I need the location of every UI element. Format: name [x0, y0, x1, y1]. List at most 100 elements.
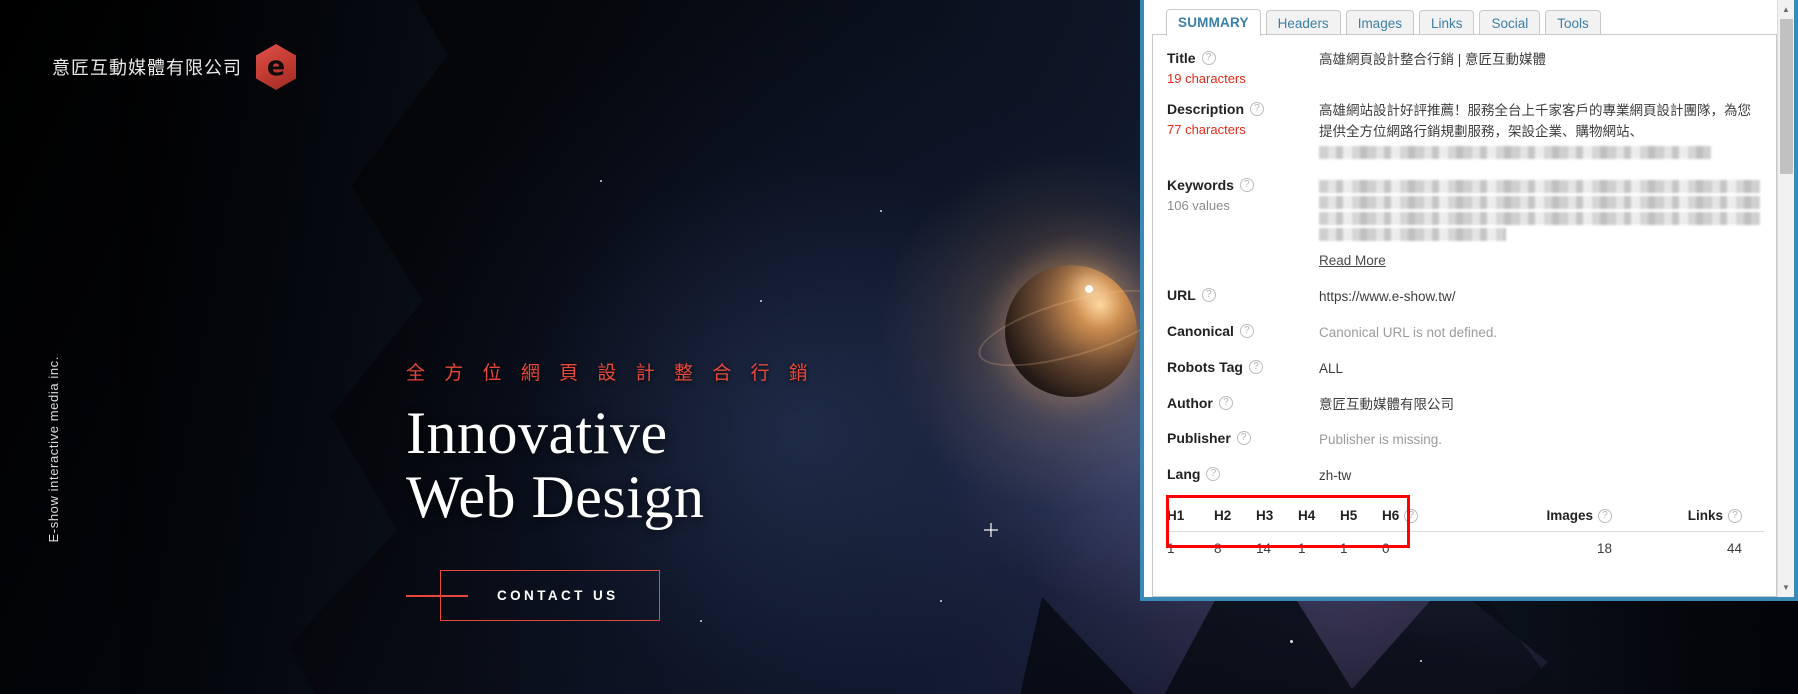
help-icon[interactable]: ? — [1250, 102, 1265, 116]
label-text-keywords: Keywords — [1167, 176, 1234, 193]
star-dot — [940, 600, 942, 602]
col-header-images: Images? — [1448, 501, 1634, 533]
lens-flare-icon — [1085, 285, 1093, 293]
tab-summary[interactable]: SUMMARY — [1166, 9, 1261, 36]
hero-copy: 全 方 位 網 頁 設 計 整 合 行 銷 Innovative Web Des… — [406, 358, 815, 529]
field-row-description: Description? 77 characters 高雄網站設計好評推薦！服務… — [1167, 100, 1764, 162]
col-header-links-label: Links — [1687, 508, 1723, 524]
hero-title-line-2: Web Design — [406, 464, 705, 531]
field-row-keywords: Keywords? 106 values Read More — [1167, 176, 1764, 272]
field-label-robots-tag: Robots Tag? — [1167, 358, 1319, 380]
help-icon[interactable]: ? — [1218, 395, 1233, 410]
site-logo-text: 意匠互動媒體有限公司 — [52, 58, 242, 78]
help-icon[interactable]: ? — [1201, 287, 1216, 302]
redacted-text-block — [1319, 211, 1760, 225]
field-label-description: Description? 77 characters — [1167, 100, 1319, 162]
cta-container: CONTACT US — [406, 570, 660, 621]
cell-h2-count: 8 — [1214, 541, 1222, 557]
label-text-url: URL — [1167, 286, 1196, 303]
col-header-h2: H2 — [1214, 501, 1256, 533]
cta-dash-decoration — [406, 594, 468, 597]
field-value-url: https://www.e-show.tw/ — [1319, 288, 1456, 304]
field-value-publisher: Publisher is missing. — [1319, 432, 1443, 448]
cell-h5-count: 1 — [1340, 541, 1348, 557]
help-icon[interactable]: ? — [1598, 508, 1612, 523]
panel-vertical-scrollbar[interactable]: ▲ ▼ — [1777, 0, 1794, 597]
col-header-h1: H1 — [1167, 501, 1214, 533]
page-root: 意匠互動媒體有限公司 e E-show interactive media in… — [0, 0, 1798, 694]
label-text-author: Author — [1167, 394, 1213, 411]
field-label-keywords: Keywords? 106 values — [1167, 176, 1319, 272]
description-char-count: 77 characters — [1167, 122, 1246, 137]
col-header-h6-label: H6 — [1382, 508, 1400, 524]
help-icon[interactable]: ? — [1201, 51, 1216, 65]
cell-h6-count: 0 — [1382, 541, 1390, 557]
field-row-title: Title? 19 characters 高雄網頁設計整合行銷 | 意匠互動媒體 — [1167, 49, 1764, 86]
scroll-down-arrow-icon[interactable]: ▼ — [1779, 580, 1794, 595]
star-dot — [1290, 640, 1293, 643]
help-icon[interactable]: ? — [1236, 431, 1251, 446]
scrollbar-track[interactable] — [1778, 17, 1794, 580]
hero-title: Innovative Web Design — [406, 400, 815, 531]
tab-images[interactable]: Images — [1345, 10, 1414, 36]
redacted-text-block — [1319, 227, 1506, 241]
field-row-lang: Lang? zh-tw — [1167, 465, 1764, 487]
hero-subtitle: 全 方 位 網 頁 設 計 整 合 行 銷 — [406, 363, 815, 384]
label-text-canonical: Canonical — [1167, 322, 1234, 339]
label-text-robots-tag: Robots Tag — [1167, 358, 1243, 375]
field-value-canonical: Canonical URL is not defined. — [1319, 324, 1498, 340]
help-icon[interactable]: ? — [1248, 359, 1263, 374]
contact-us-button[interactable]: CONTACT US — [440, 570, 660, 621]
field-label-canonical: Canonical? — [1167, 322, 1319, 344]
keywords-value-count: 106 values — [1167, 197, 1230, 213]
star-dot — [700, 620, 702, 622]
field-value-robots-tag: ALL — [1319, 360, 1344, 376]
redacted-text-block — [1319, 195, 1760, 209]
help-icon[interactable]: ? — [1728, 508, 1742, 523]
col-header-h3: H3 — [1256, 501, 1298, 533]
field-label-title: Title? 19 characters — [1167, 49, 1319, 86]
read-more-link[interactable]: Read More — [1319, 251, 1386, 272]
label-text-publisher: Publisher — [1167, 430, 1231, 447]
tab-headers[interactable]: Headers — [1265, 10, 1341, 36]
redacted-text-block — [1319, 145, 1711, 159]
seo-extension-panel: SUMMARY Headers Images Links Social Tool… — [1140, 0, 1798, 601]
panel-scroll-area: SUMMARY Headers Images Links Social Tool… — [1144, 0, 1777, 597]
field-row-canonical: Canonical? Canonical URL is not defined. — [1167, 322, 1764, 344]
tab-panel-summary: Title? 19 characters 高雄網頁設計整合行銷 | 意匠互動媒體… — [1152, 34, 1777, 597]
cell-images-count: 18 — [1596, 541, 1612, 557]
panel-inner: SUMMARY Headers Images Links Social Tool… — [1144, 0, 1794, 597]
cell-h4-count: 1 — [1298, 541, 1306, 557]
label-text-title: Title — [1167, 50, 1196, 66]
field-label-publisher: Publisher? — [1167, 429, 1319, 451]
col-header-links: Links? — [1634, 501, 1764, 533]
field-row-publisher: Publisher? Publisher is missing. — [1167, 429, 1764, 451]
label-text-description: Description — [1167, 101, 1245, 117]
scrollbar-thumb[interactable] — [1780, 19, 1793, 174]
cell-h1-count: 1 — [1167, 541, 1175, 557]
heading-counts-table: H1 H2 H3 H4 H5 H6? Images? Links ? 1 8 1… — [1167, 501, 1764, 562]
hero-title-line-1: Innovative — [406, 400, 668, 466]
help-icon[interactable]: ? — [1239, 177, 1254, 192]
scroll-up-arrow-icon[interactable]: ▲ — [1779, 2, 1794, 17]
star-dot — [760, 300, 762, 302]
field-value-author: 意匠互動媒體有限公司 — [1319, 396, 1454, 412]
help-icon[interactable]: ? — [1206, 467, 1221, 482]
field-value-keywords: Read More — [1319, 176, 1764, 272]
help-icon[interactable]: ? — [1404, 508, 1419, 523]
tab-tools[interactable]: Tools — [1545, 10, 1601, 36]
star-dot — [600, 180, 602, 182]
star-dot — [1420, 660, 1422, 662]
site-logo[interactable]: 意匠互動媒體有限公司 e — [52, 44, 296, 90]
field-value-title: 高雄網頁設計整合行銷 | 意匠互動媒體 — [1319, 52, 1547, 67]
field-label-lang: Lang? — [1167, 465, 1319, 487]
tab-social[interactable]: Social — [1479, 10, 1541, 36]
star-sparkle-icon — [983, 523, 999, 537]
panel-tab-bar: SUMMARY Headers Images Links Social Tool… — [1152, 6, 1777, 36]
tab-links[interactable]: Links — [1418, 10, 1475, 36]
logo-letter: e — [266, 50, 286, 82]
col-header-images-label: Images — [1546, 508, 1593, 524]
help-icon[interactable]: ? — [1239, 323, 1254, 338]
title-char-count: 19 characters — [1167, 71, 1246, 86]
redacted-text-block — [1319, 179, 1760, 193]
